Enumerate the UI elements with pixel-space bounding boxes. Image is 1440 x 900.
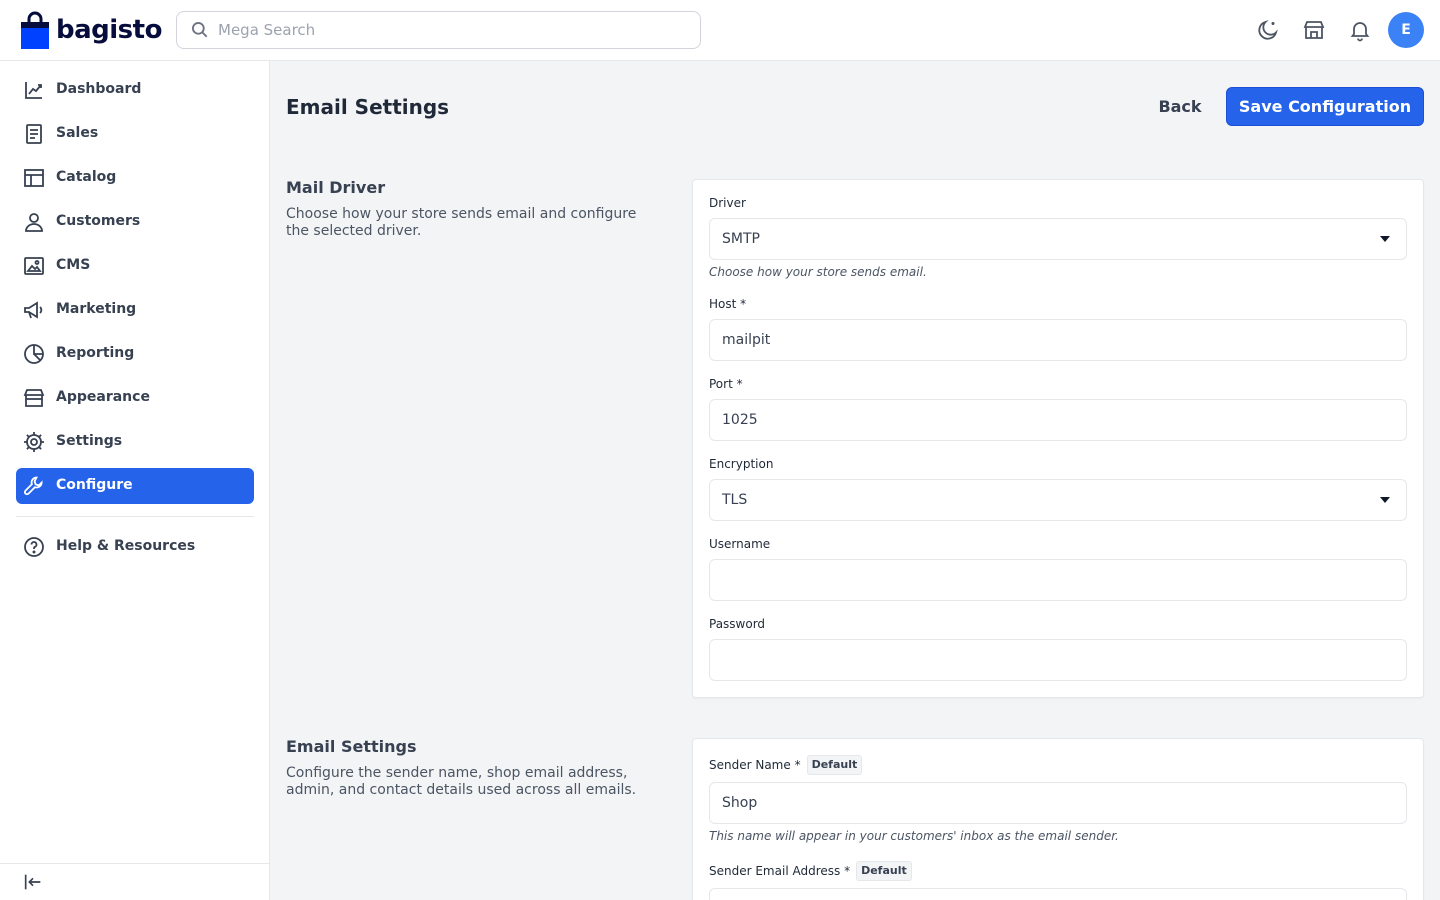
customers-icon [25,213,43,232]
driver-label-text: Driver [709,196,746,210]
sidebar-footer-divider [0,863,270,864]
driver-hint: Choose how your store sends email. [709,265,927,279]
shopping-bag-logo-icon [21,11,49,49]
sidebar-item-label: Sales [56,125,99,141]
sidebar-item-reporting[interactable]: Reporting [16,336,254,372]
host-input[interactable] [709,319,1407,361]
mega-search[interactable] [176,11,701,49]
username-label-text: Username [709,537,771,551]
sidebar-item-label: Reporting [56,345,135,361]
save-configuration-button[interactable]: Save Configuration [1226,87,1424,126]
sidebar-item-catalog[interactable]: Catalog [16,160,254,196]
notification-bell-icon[interactable] [1347,17,1373,43]
sender-email-label: Sender Email Address * Default [709,861,912,881]
sidebar-divider [16,516,254,517]
sidebar-item-label: Dashboard [56,81,142,97]
encryption-select[interactable]: TLS [709,479,1407,521]
sidebar-item-label: Configure [56,477,133,493]
host-label: Host * [709,297,746,311]
top-bar: bagisto E [0,0,1440,61]
sender-name-label: Sender Name * Default [709,755,863,775]
cms-icon [24,257,44,275]
appearance-icon [23,389,45,407]
port-input[interactable] [709,399,1407,441]
user-avatar[interactable]: E [1388,12,1424,48]
sender-name-label-text: Sender Name * [709,758,801,772]
sidebar-item-dashboard[interactable]: Dashboard [16,72,254,108]
port-label: Port * [709,377,743,391]
sender-email-input[interactable] [709,888,1407,900]
chevron-down-icon [1380,497,1390,503]
sidebar-item-label: Settings [56,433,123,449]
storefront-icon[interactable] [1301,17,1327,43]
default-badge: Default [806,755,863,775]
brand-name: bagisto [56,15,162,45]
encryption-select-value: TLS [722,492,748,508]
driver-label: Driver [709,196,746,210]
encryption-label: Encryption [709,457,773,471]
sender-name-hint: This name will appear in your customers'… [709,829,1119,843]
email-settings-section-description: Configure the sender name, shop email ad… [286,765,637,798]
collapse-sidebar-icon[interactable] [22,871,44,893]
configure-icon [24,476,43,496]
back-button[interactable]: Back [1148,88,1212,124]
username-input[interactable] [709,559,1407,601]
sidebar-item-sales[interactable]: Sales [16,116,254,152]
sidebar-item-settings[interactable]: Settings [16,424,254,460]
mega-search-input[interactable] [177,12,700,48]
password-input[interactable] [709,639,1407,681]
driver-select-value: SMTP [722,231,760,247]
chevron-down-icon [1380,236,1390,242]
sidebar-item-label: Catalog [56,169,117,185]
sidebar-item-customers[interactable]: Customers [16,204,254,240]
sidebar-item-cms[interactable]: CMS [16,248,254,284]
sidebar: Dashboard Sales Catalog Customers CMS Ma… [0,61,270,900]
encryption-label-text: Encryption [709,457,774,471]
sidebar-item-appearance[interactable]: Appearance [16,380,254,416]
sidebar-item-label: Appearance [56,389,150,405]
email-settings-section-title: Email Settings [286,737,417,756]
catalog-icon [24,169,44,187]
settings-icon [24,432,44,452]
page-title: Email Settings [286,95,450,119]
host-label-text: Host * [709,297,747,311]
sidebar-item-configure[interactable]: Configure [16,468,254,504]
sender-name-input[interactable] [709,782,1407,824]
sidebar-item-label: Customers [56,213,141,229]
marketing-icon [24,301,43,319]
search-icon [192,22,208,38]
sidebar-item-label: Help & Resources [56,538,196,554]
sidebar-item-help[interactable]: Help & Resources [16,529,254,565]
dashboard-icon [25,82,42,99]
driver-select[interactable]: SMTP [709,218,1407,260]
sales-icon [26,124,42,144]
sidebar-item-label: Marketing [56,301,137,317]
password-label: Password [709,617,765,631]
sidebar-item-label: CMS [56,257,91,273]
mail-driver-section-description: Choose how your store sends email and co… [286,206,637,239]
port-label-text: Port * [709,377,743,391]
sidebar-item-marketing[interactable]: Marketing [16,292,254,328]
reporting-icon [24,344,44,364]
default-badge: Default [856,861,912,881]
bagisto-logo[interactable]: bagisto [20,10,162,50]
password-label-text: Password [709,617,766,631]
mail-driver-section-title: Mail Driver [286,178,386,197]
username-label: Username [709,537,770,551]
sender-email-label-text: Sender Email Address * [709,864,851,878]
dark-mode-icon[interactable] [1255,17,1281,43]
help-icon [24,537,44,557]
